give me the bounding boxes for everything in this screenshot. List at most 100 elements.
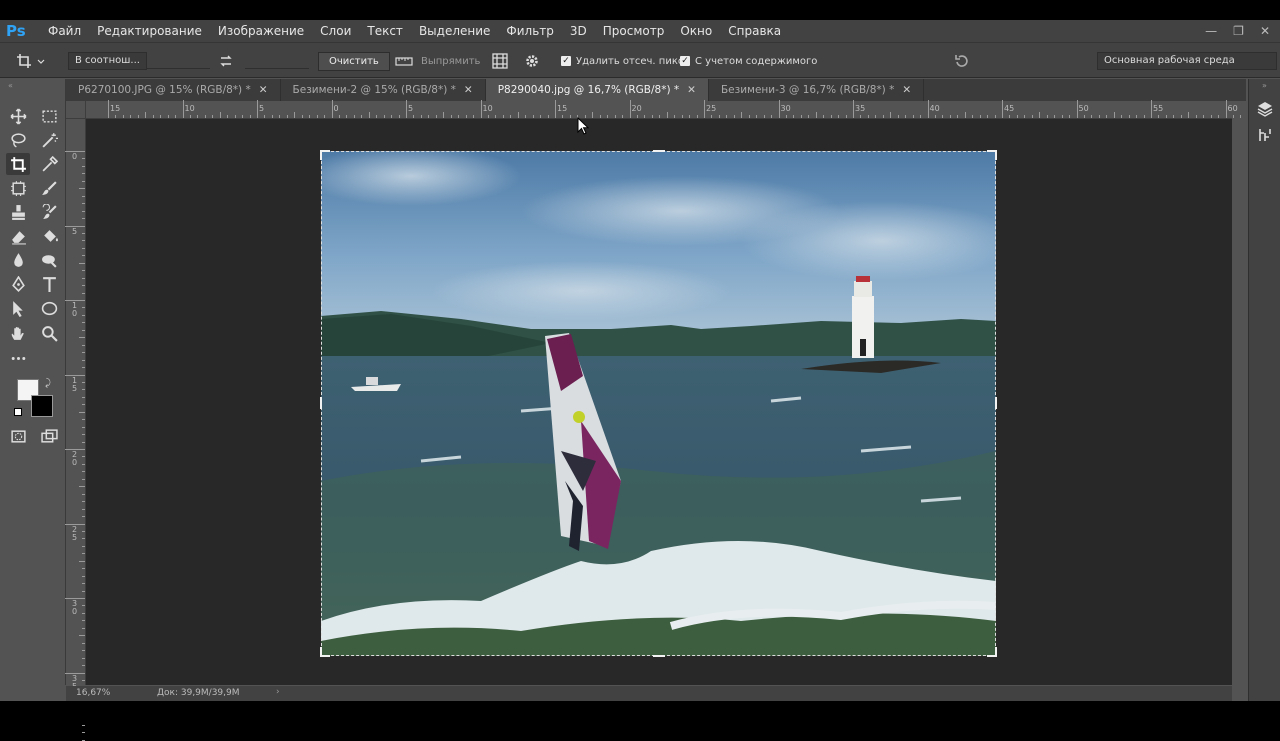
quick-mask-icon[interactable] bbox=[6, 425, 30, 447]
menu-edit[interactable]: Редактирование bbox=[89, 24, 210, 38]
close-button[interactable]: ✕ bbox=[1260, 24, 1270, 38]
stamp-icon[interactable] bbox=[6, 201, 30, 223]
ruler-left-label: 1 0 bbox=[72, 301, 78, 318]
tab-p8290040[interactable]: P8290040.jpg @ 16,7% (RGB/8*) * ✕ bbox=[485, 79, 709, 101]
menu-view[interactable]: Просмотр bbox=[595, 24, 673, 38]
menu-type[interactable]: Текст bbox=[359, 24, 411, 38]
crop-handle[interactable] bbox=[995, 150, 997, 160]
ruler-top-label: 5 bbox=[408, 104, 414, 113]
menu-file[interactable]: Файл bbox=[40, 24, 89, 38]
expand-icon[interactable]: » bbox=[1262, 81, 1267, 90]
close-icon[interactable]: ✕ bbox=[687, 84, 696, 96]
crop-handle[interactable] bbox=[995, 647, 997, 657]
crop-handle[interactable] bbox=[653, 150, 665, 152]
default-colors-icon[interactable] bbox=[14, 408, 22, 416]
options-bar: В соотнош... Очистить Выпрямить ✓ Удалит… bbox=[0, 42, 1280, 78]
paint-bucket-icon[interactable] bbox=[37, 225, 61, 247]
move-icon[interactable] bbox=[6, 105, 30, 127]
ruler-top-label: 40 bbox=[929, 104, 940, 113]
canvas-area[interactable] bbox=[86, 119, 1232, 685]
height-field[interactable] bbox=[245, 52, 309, 70]
tab-bezimeni-2[interactable]: Безимени-2 @ 15% (RGB/8*) * ✕ bbox=[281, 79, 486, 101]
ruler-top-label: 10 bbox=[482, 104, 493, 113]
pen-icon[interactable] bbox=[6, 273, 30, 295]
more-icon[interactable] bbox=[6, 347, 30, 369]
zoom-icon[interactable] bbox=[37, 322, 61, 344]
ruler-top-label: 30 bbox=[780, 104, 791, 113]
checkbox-checked-icon: ✓ bbox=[680, 56, 690, 66]
menu-layers[interactable]: Слои bbox=[312, 24, 359, 38]
reset-icon[interactable] bbox=[954, 52, 970, 70]
photoshop-window: Ps Файл Редактирование Изображение Слои … bbox=[0, 0, 1280, 741]
crop-preset-icon[interactable] bbox=[16, 52, 46, 70]
type-icon[interactable] bbox=[37, 273, 61, 295]
crop-handle[interactable] bbox=[320, 647, 322, 657]
screen-mode-icon[interactable] bbox=[37, 425, 61, 447]
tab-bezimeni-3[interactable]: Безимени-3 @ 16,7% (RGB/8*) * ✕ bbox=[709, 79, 925, 101]
crop-handle[interactable] bbox=[320, 397, 322, 409]
ruler-top-label: 25 bbox=[706, 104, 717, 113]
straighten-button[interactable]: Выпрямить bbox=[395, 52, 480, 70]
delete-cropped-checkbox[interactable]: ✓ Удалить отсеч. пикс. bbox=[561, 52, 687, 70]
hand-icon[interactable] bbox=[6, 322, 30, 344]
menu-3d[interactable]: 3D bbox=[562, 24, 595, 38]
ratio-select[interactable]: В соотнош... bbox=[68, 52, 147, 70]
crop-handle[interactable] bbox=[995, 397, 997, 409]
ruler-left-label: 2 0 bbox=[72, 450, 78, 467]
crop-icon[interactable] bbox=[6, 153, 30, 175]
history-brush-icon[interactable] bbox=[37, 201, 61, 223]
ruler-top-label: 5 bbox=[259, 104, 265, 113]
ruler-top-label: 0 bbox=[333, 104, 339, 113]
document-tabs: P6270100.JPG @ 15% (RGB/8*) * ✕ Безимени-… bbox=[66, 79, 1246, 101]
settings-gear-icon[interactable] bbox=[524, 52, 540, 70]
path-select-icon[interactable] bbox=[6, 297, 30, 319]
workspace-select[interactable]: Основная рабочая среда bbox=[1097, 52, 1277, 70]
menu-window[interactable]: Окно bbox=[672, 24, 720, 38]
crop-box[interactable] bbox=[320, 150, 997, 657]
menu-bar: Ps Файл Редактирование Изображение Слои … bbox=[0, 20, 1280, 42]
ellipse-icon[interactable] bbox=[37, 297, 61, 319]
dodge-icon[interactable] bbox=[37, 249, 61, 271]
blur-icon[interactable] bbox=[6, 249, 30, 271]
crop-handle[interactable] bbox=[320, 150, 322, 160]
marquee-icon[interactable] bbox=[37, 105, 61, 127]
frame-icon[interactable] bbox=[6, 177, 30, 199]
ruler-corner bbox=[66, 101, 86, 119]
close-icon[interactable]: ✕ bbox=[464, 84, 473, 96]
lasso-icon[interactable] bbox=[6, 129, 30, 151]
swap-icon[interactable] bbox=[219, 52, 233, 70]
magic-wand-icon[interactable] bbox=[37, 129, 61, 151]
brush-icon[interactable] bbox=[37, 177, 61, 199]
close-icon[interactable]: ✕ bbox=[902, 84, 911, 96]
swap-colors-icon[interactable]: ⤸ bbox=[45, 378, 51, 389]
straighten-icon bbox=[395, 57, 413, 66]
clear-button[interactable]: Очистить bbox=[318, 51, 390, 71]
eyedropper-icon[interactable] bbox=[37, 153, 61, 175]
menu-image[interactable]: Изображение bbox=[210, 24, 312, 38]
background-color-swatch[interactable] bbox=[31, 395, 53, 417]
ruler-top-label: 45 bbox=[1004, 104, 1015, 113]
restore-button[interactable]: ❐ bbox=[1233, 24, 1244, 38]
ruler-left-label: 3 0 bbox=[72, 599, 78, 616]
adjustments-icon[interactable] bbox=[1257, 127, 1273, 146]
zoom-level[interactable]: 16,67% bbox=[76, 688, 110, 698]
eraser-icon[interactable] bbox=[6, 225, 30, 247]
menu-select[interactable]: Выделение bbox=[411, 24, 498, 38]
right-panel-dock: » bbox=[1248, 79, 1280, 701]
collapse-icon[interactable]: « bbox=[8, 81, 13, 90]
overlay-grid-icon[interactable] bbox=[492, 52, 508, 70]
ruler-top-label: 15 bbox=[557, 104, 568, 113]
minimize-button[interactable]: — bbox=[1205, 24, 1217, 38]
ruler-top-label: 50 bbox=[1078, 104, 1089, 113]
width-field[interactable] bbox=[146, 52, 210, 70]
layers-icon[interactable] bbox=[1257, 101, 1273, 120]
tab-p6270100[interactable]: P6270100.JPG @ 15% (RGB/8*) * ✕ bbox=[66, 79, 281, 101]
chevron-right-icon[interactable]: › bbox=[276, 687, 280, 697]
window-controls: — ❐ ✕ bbox=[1205, 20, 1270, 42]
ruler-top-label: 35 bbox=[855, 104, 866, 113]
close-icon[interactable]: ✕ bbox=[259, 84, 268, 96]
menu-help[interactable]: Справка bbox=[720, 24, 789, 38]
crop-handle[interactable] bbox=[653, 655, 665, 657]
menu-filter[interactable]: Фильтр bbox=[498, 24, 561, 38]
content-aware-checkbox[interactable]: ✓ С учетом содержимого bbox=[680, 52, 817, 70]
